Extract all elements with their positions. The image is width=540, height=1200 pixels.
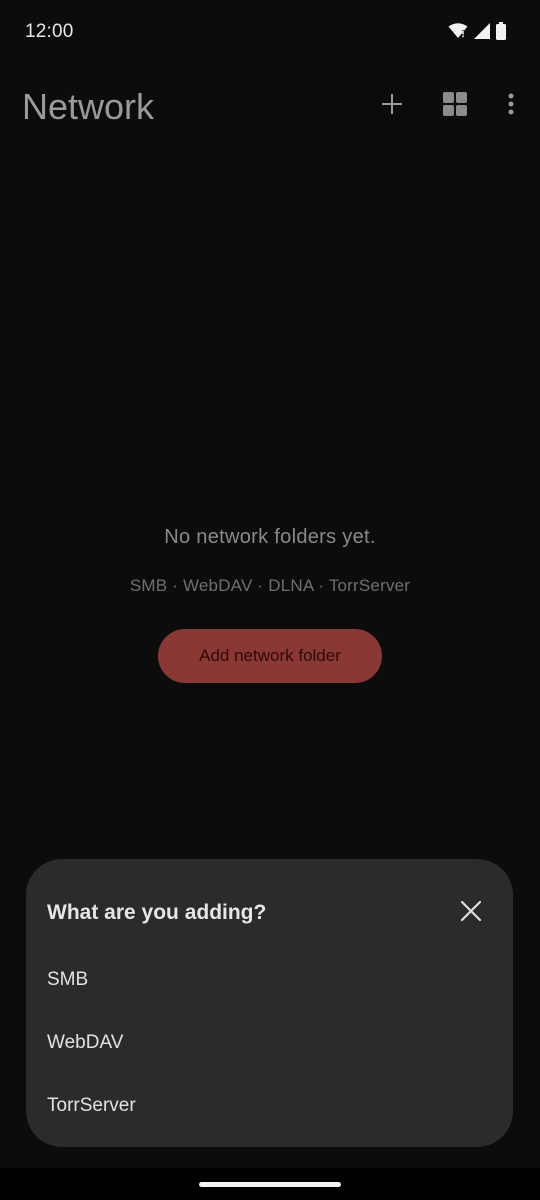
close-button[interactable] [455,895,487,931]
empty-state-subtitle: SMB · WebDAV · DLNA · TorrServer [129,576,411,595]
add-button[interactable] [372,88,412,124]
add-icon [381,93,403,120]
screen: 12:00 Network No network folders yet. SM… [0,0,540,1200]
wifi-icon [448,23,468,44]
sheet-item-torrserver[interactable]: TorrServer [26,1079,513,1135]
grid-view-icon [443,91,467,121]
more-options-button[interactable] [491,88,531,124]
sheet-item-label: SMB [47,969,89,990]
sheet-item-smb[interactable]: SMB [26,953,513,1009]
page-title: Network [22,86,155,127]
grid-view-button[interactable] [435,88,475,124]
status-bar: 12:00 [0,0,540,66]
battery-icon [496,22,506,45]
status-time: 12:00 [25,21,74,42]
add-network-folder-button[interactable]: Add network folder [158,629,382,683]
system-nav-bar [0,1168,540,1200]
status-icons [448,22,506,45]
add-type-bottom-sheet: What are you adding? SMB WebDAV TorrServ… [26,859,513,1147]
sheet-item-webdav[interactable]: WebDAV [26,1016,513,1072]
sheet-item-label: TorrServer [47,1095,136,1116]
more-vert-icon [508,93,514,120]
home-gesture-handle[interactable] [199,1182,341,1187]
empty-state-title: No network folders yet. [164,526,376,548]
sheet-title: What are you adding? [47,901,267,924]
top-app-bar: Network [0,66,540,150]
signal-icon [474,23,490,44]
close-icon [460,900,482,926]
sheet-item-label: WebDAV [47,1032,124,1053]
